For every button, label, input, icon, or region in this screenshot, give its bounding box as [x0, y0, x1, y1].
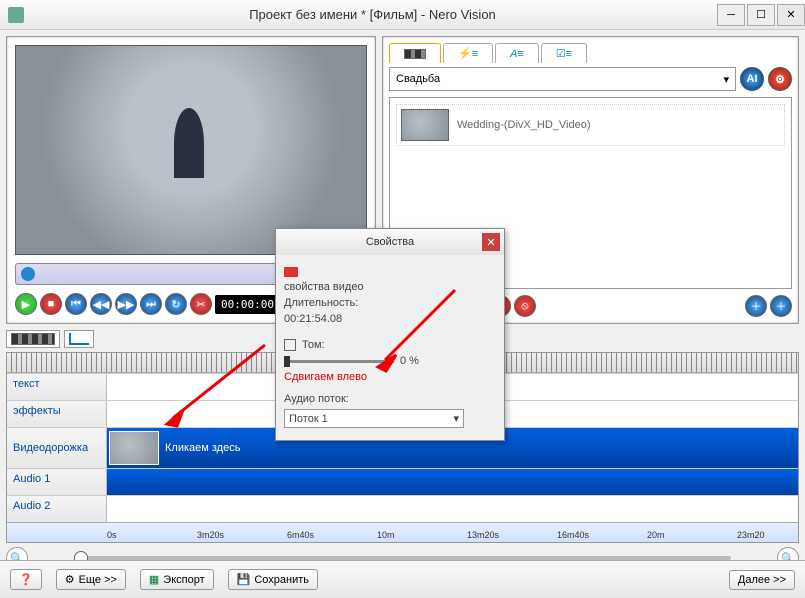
more-button[interactable]: ⚙ Еще >>	[56, 569, 126, 590]
help-icon: ❓	[19, 573, 33, 586]
stop-button[interactable]: ■	[40, 293, 62, 315]
maximize-button[interactable]: ☐	[747, 4, 775, 26]
clip-label: Кликаем здесь	[165, 442, 240, 454]
save-icon: 💾	[237, 573, 251, 586]
category-selected: Свадьба	[396, 73, 440, 85]
ruler-mark: 3m20s	[197, 530, 224, 540]
volume-thumb[interactable]	[284, 356, 290, 367]
video-preview[interactable]	[15, 45, 367, 255]
audio-label: Аудио поток:	[284, 393, 496, 405]
ruler-mark: 20m	[647, 530, 665, 540]
ruler-mark: 10m	[377, 530, 395, 540]
asset-name: Wedding-(DivX_HD_Video)	[457, 119, 591, 131]
gear-icon: ⚙	[65, 573, 75, 586]
dialog-titlebar[interactable]: Свойства ✕	[276, 229, 504, 255]
track-audio2-label: Audio 2	[7, 496, 107, 522]
category-select[interactable]: Свадьба ▾	[389, 67, 736, 91]
export-button[interactable]: ▦ Экспорт	[140, 569, 214, 590]
ruler-mark: 23m20	[737, 530, 765, 540]
tab-list[interactable]: ☑≡	[541, 43, 587, 63]
next-label: Далее >>	[738, 574, 786, 586]
dialog-title: Свойства	[366, 236, 414, 248]
track-text-label: текст	[7, 374, 107, 400]
track-audio1-label: Audio 1	[7, 469, 107, 495]
audio-stream-value: Поток 1	[289, 413, 328, 425]
asset-thumb	[401, 109, 449, 141]
ruler-mark: 13m20s	[467, 530, 499, 540]
help-button[interactable]: ❓	[10, 569, 42, 590]
export-label: Экспорт	[163, 574, 204, 586]
track-audio2[interactable]: Audio 2	[7, 495, 798, 522]
audio-stream-select[interactable]: Поток 1 ▾	[284, 409, 464, 428]
track-audio1[interactable]: Audio 1	[7, 468, 798, 495]
preview-image	[16, 46, 366, 254]
ruler-mark: 0s	[107, 530, 117, 540]
tab-text[interactable]: A≡	[495, 43, 539, 63]
properties-dialog[interactable]: Свойства ✕ свойства видео Длительность: …	[275, 228, 505, 441]
track-video-label: Видеодорожка	[7, 428, 107, 468]
tab-strip: ⚡≡ A≡ ☑≡	[389, 43, 792, 63]
duration-label: Длительность:	[284, 297, 496, 309]
bottom-bar: ❓ ⚙ Еще >> ▦ Экспорт 💾Сохранить Далее >>	[0, 560, 805, 598]
track-effects-label: эффекты	[7, 401, 107, 427]
more-label: Еще >>	[79, 574, 117, 586]
ruler-mark: 16m40s	[557, 530, 589, 540]
clip-thumb	[109, 431, 159, 465]
prev-button[interactable]: ⏮	[65, 293, 87, 315]
forward-button[interactable]: ▶▶	[115, 293, 137, 315]
settings-button[interactable]: ⚙	[768, 67, 792, 91]
volume-label: Том:	[302, 339, 325, 351]
tab-effects[interactable]: ⚡≡	[443, 43, 493, 63]
timeline-mode-storyboard[interactable]	[6, 330, 60, 348]
save-button[interactable]: 💾Сохранить	[228, 569, 318, 590]
volume-value: 0 %	[400, 355, 419, 367]
hint-text: Сдвигаем влево	[284, 371, 367, 383]
add2-button[interactable]: ＋	[770, 295, 792, 317]
play-button[interactable]: ▶	[15, 293, 37, 315]
loop-button[interactable]: ↻	[165, 293, 187, 315]
cut-button[interactable]: ✂	[190, 293, 212, 315]
minimize-button[interactable]: ─	[717, 4, 745, 26]
next-button[interactable]: Далее >>	[729, 570, 795, 590]
ai-button[interactable]: AI	[740, 67, 764, 91]
window-title: Проект без имени * [Фильм] - Nero Vision	[30, 7, 715, 22]
export-icon: ▦	[149, 573, 159, 586]
track-audio1-body[interactable]	[107, 469, 798, 495]
app-icon	[8, 7, 24, 23]
volume-slider[interactable]	[284, 360, 394, 363]
titlebar: Проект без имени * [Фильм] - Nero Vision…	[0, 0, 805, 30]
rewind-button[interactable]: ◀◀	[90, 293, 112, 315]
close-button[interactable]: ✕	[777, 4, 805, 26]
chevron-down-icon: ▾	[723, 73, 729, 86]
track-audio2-body[interactable]	[107, 496, 798, 522]
add-button[interactable]: ＋	[745, 295, 767, 317]
tab-media[interactable]	[389, 43, 441, 63]
dialog-section: свойства видео	[284, 281, 496, 293]
next-button[interactable]: ⏭	[140, 293, 162, 315]
chevron-down-icon: ▾	[453, 412, 459, 425]
save-label: Сохранить	[254, 574, 309, 586]
remove-button[interactable]: ⦸	[514, 295, 536, 317]
ruler-mark: 6m40s	[287, 530, 314, 540]
timeline-ruler-bottom[interactable]: 0s 3m20s 6m40s 10m 13m20s 16m40s 20m 23m…	[7, 522, 798, 542]
dialog-close-button[interactable]: ✕	[482, 233, 500, 251]
pin-icon	[284, 267, 298, 277]
asset-item[interactable]: Wedding-(DivX_HD_Video)	[396, 104, 785, 146]
timeline-mode-timeline[interactable]	[64, 330, 94, 348]
duration-value: 00:21:54.08	[284, 313, 496, 325]
speaker-icon	[284, 339, 296, 351]
